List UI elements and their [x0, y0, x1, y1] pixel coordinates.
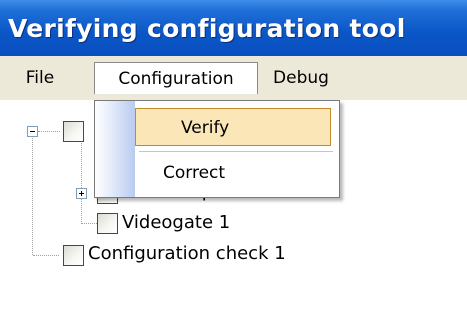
menu-separator — [139, 151, 333, 152]
configuration-dropdown-menu: Verify Correct — [94, 100, 340, 198]
root-node-checkbox[interactable] — [63, 121, 84, 142]
tree-connector — [32, 138, 34, 255]
menu-file[interactable]: File — [14, 62, 66, 94]
tree-connector — [33, 255, 59, 257]
tree-connector — [81, 223, 97, 225]
tree-node-label[interactable]: Configuration check 1 — [88, 243, 286, 264]
expand-expander-icon[interactable] — [76, 188, 87, 199]
videogate-checkbox[interactable] — [97, 213, 118, 234]
window-title: Verifying configuration tool — [8, 14, 406, 43]
menu-configuration[interactable]: Configuration — [94, 62, 258, 94]
menu-item-correct[interactable]: Correct — [135, 154, 331, 192]
tree-connector — [81, 143, 83, 224]
menu-item-verify[interactable]: Verify — [135, 108, 331, 146]
menu-bar: File Configuration Debug — [0, 56, 467, 100]
collapse-expander-icon[interactable] — [27, 126, 38, 137]
configuration-check-checkbox[interactable] — [63, 245, 84, 266]
title-bar[interactable]: Verifying configuration tool — [0, 0, 467, 56]
menu-debug[interactable]: Debug — [262, 62, 340, 94]
tree-connector — [38, 131, 60, 133]
tree-node-label[interactable]: Videogate 1 — [122, 212, 230, 233]
menu-icon-gutter — [95, 101, 135, 197]
